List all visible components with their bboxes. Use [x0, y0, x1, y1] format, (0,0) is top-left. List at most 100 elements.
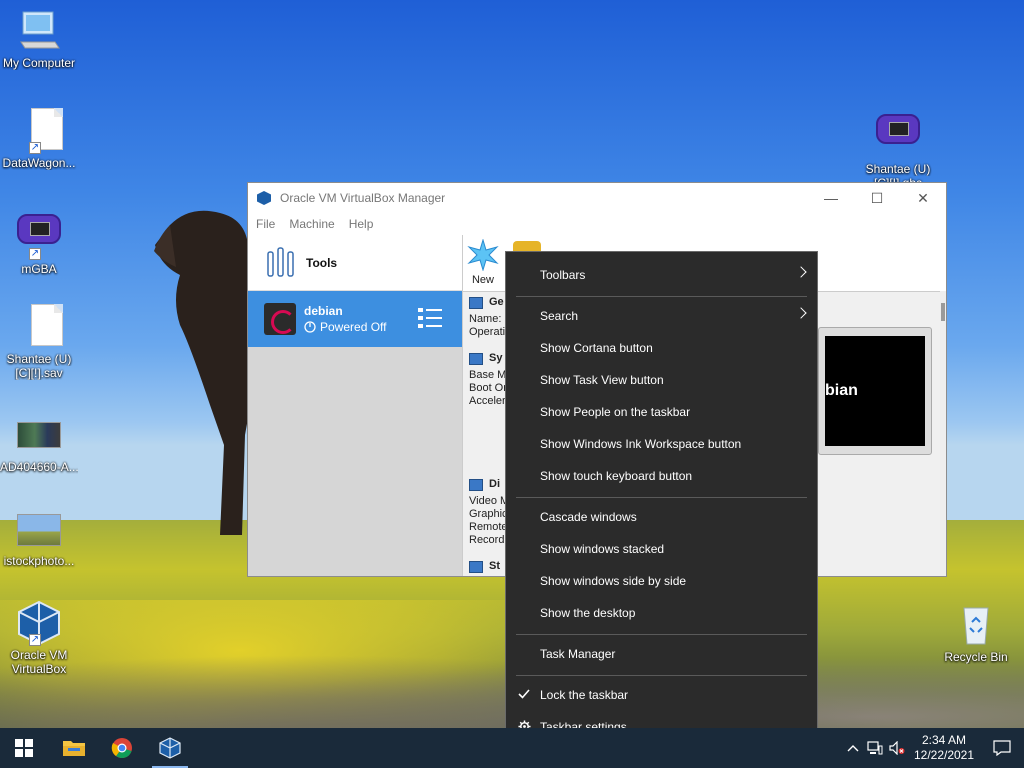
desktop-icon-ad404660[interactable]: AD404660-A...: [0, 418, 78, 474]
menu-item-task-manager[interactable]: Task Manager: [506, 638, 817, 670]
taskbar-clock[interactable]: 2:34 AM 12/22/2021: [908, 733, 980, 763]
virtualbox-icon: [159, 737, 181, 759]
section-heading: Di: [489, 478, 500, 490]
network-button[interactable]: [864, 728, 886, 768]
desktop-icon-my-computer[interactable]: My Computer: [0, 8, 78, 70]
shortcut-arrow-icon: ↗: [29, 248, 41, 260]
windows-logo-icon: [15, 739, 33, 757]
menu-item-label: Show touch keyboard button: [540, 469, 693, 483]
vm-details-menu-icon[interactable]: [418, 307, 442, 329]
menu-separator: [516, 675, 807, 676]
menu-machine[interactable]: Machine: [289, 217, 334, 231]
window-controls: — ☐ ✕: [808, 183, 946, 213]
menu-item-show-cortana[interactable]: Show Cortana button: [506, 332, 817, 364]
vm-state: Powered Off: [320, 320, 387, 334]
detail-line: Operati: [469, 326, 506, 338]
desktop-icon-label: mGBA: [21, 262, 57, 276]
menu-item-windows-stacked[interactable]: Show windows stacked: [506, 533, 817, 565]
taskbar[interactable]: 2:34 AM 12/22/2021: [0, 728, 1024, 768]
desktop-icon-recycle-bin[interactable]: Recycle Bin: [936, 602, 1016, 664]
vm-preview: bian: [818, 327, 932, 455]
menu-item-search[interactable]: Search: [506, 300, 817, 332]
clock-date: 12/22/2021: [913, 748, 975, 762]
menu-item-show-desktop[interactable]: Show the desktop: [506, 597, 817, 629]
chrome-icon: [111, 738, 132, 759]
section-heading: Sy: [489, 352, 503, 364]
maximize-button[interactable]: ☐: [854, 183, 900, 213]
menu-bar: File Machine Help: [248, 213, 946, 235]
menu-item-show-ink-workspace[interactable]: Show Windows Ink Workspace button: [506, 428, 817, 460]
section-heading: Ge: [489, 296, 504, 308]
notification-icon: [993, 740, 1011, 756]
menu-item-cascade-windows[interactable]: Cascade windows: [506, 501, 817, 533]
menu-item-label: Show windows side by side: [540, 574, 687, 588]
menu-item-show-touch-keyboard[interactable]: Show touch keyboard button: [506, 460, 817, 492]
menu-separator: [516, 296, 807, 297]
image-icon: [17, 422, 61, 448]
details-scrollbar[interactable]: [940, 291, 946, 576]
document-icon: [31, 304, 63, 346]
desktop-icon-mgba[interactable]: ↗ mGBA: [0, 208, 78, 276]
menu-item-show-people[interactable]: Show People on the taskbar: [506, 396, 817, 428]
gameboy-icon: [17, 214, 61, 244]
tools-icon: [267, 246, 294, 277]
vm-list-item-debian[interactable]: debian Powered Off: [248, 291, 462, 347]
new-vm-button[interactable]: New: [467, 238, 499, 286]
desktop-icon-label: Shantae (U): [865, 162, 931, 176]
menu-separator: [516, 497, 807, 498]
close-button[interactable]: ✕: [900, 183, 946, 213]
menu-item-toolbars[interactable]: Toolbars: [506, 259, 817, 291]
section-general: Ge Name: Operati: [469, 296, 505, 339]
start-button[interactable]: [0, 728, 48, 768]
desktop-icon-label: AD404660-A...: [0, 460, 78, 474]
desktop-icon-shantae-gbc[interactable]: Shantae (U) [C][!].gbc: [858, 108, 938, 190]
volume-muted-icon: [889, 741, 905, 755]
desktop-icon-label-line2: VirtualBox: [11, 662, 67, 676]
desktop-icon-istockphoto[interactable]: istockphoto...: [0, 512, 78, 568]
detail-line: Graphic: [469, 508, 508, 520]
menu-item-lock-taskbar[interactable]: Lock the taskbar: [506, 679, 817, 711]
taskbar-chrome[interactable]: [98, 728, 146, 768]
menu-item-show-task-view[interactable]: Show Task View button: [506, 364, 817, 396]
taskbar-virtualbox[interactable]: [146, 728, 194, 768]
action-center-button[interactable]: [980, 728, 1024, 768]
chip-icon: [469, 352, 483, 365]
volume-button[interactable]: [886, 728, 908, 768]
menu-item-label: Show Windows Ink Workspace button: [540, 437, 742, 451]
taskbar-file-explorer[interactable]: [50, 728, 98, 768]
detail-line: Acceler: [469, 395, 506, 407]
section-heading: St: [489, 560, 500, 572]
menu-item-side-by-side[interactable]: Show windows side by side: [506, 565, 817, 597]
menu-item-label: Show Cortana button: [540, 341, 653, 355]
scrollbar-thumb[interactable]: [941, 303, 945, 321]
tools-item[interactable]: Tools: [248, 235, 462, 291]
wallpaper-horse: [154, 210, 252, 535]
show-hidden-icons-button[interactable]: [842, 728, 864, 768]
menu-item-label: Show Task View button: [540, 373, 664, 387]
menu-item-label: Show windows stacked: [540, 542, 665, 556]
window-title: Oracle VM VirtualBox Manager: [280, 191, 446, 205]
network-icon: [867, 741, 883, 755]
desktop-icon-label: Shantae (U): [6, 352, 72, 366]
vm-name: debian: [304, 304, 343, 318]
machine-list-pane: Tools debian Powered Off: [248, 235, 462, 576]
menu-item-label: Toolbars: [540, 268, 586, 282]
desktop-icon-label: Oracle VM: [10, 648, 68, 662]
menu-help[interactable]: Help: [349, 217, 374, 231]
desktop-icon-shantae-sav[interactable]: Shantae (U) [C][!].sav: [0, 304, 78, 380]
menu-item-label: Show People on the taskbar: [540, 405, 691, 419]
preview-text: bian: [825, 382, 858, 399]
desktop-icon-virtualbox[interactable]: ↗ Oracle VM VirtualBox: [0, 600, 78, 676]
desktop-icon-label-line2: [C][!].sav: [15, 366, 63, 380]
desktop-icon-label: My Computer: [2, 56, 76, 70]
menu-file[interactable]: File: [256, 217, 275, 231]
detail-line: Boot Or: [469, 382, 507, 394]
desktop-icon-label: Recycle Bin: [944, 650, 1008, 664]
desktop-icon-datawagon[interactable]: ↗ DataWagon...: [0, 108, 78, 170]
shortcut-arrow-icon: ↗: [29, 634, 41, 646]
shortcut-arrow-icon: ↗: [29, 142, 41, 154]
section-display: Di Video M Graphic Remote Recordi: [469, 478, 509, 547]
section-system: Sy Base M Boot Or Acceler: [469, 352, 507, 408]
tools-label: Tools: [306, 255, 338, 270]
minimize-button[interactable]: —: [808, 183, 854, 213]
